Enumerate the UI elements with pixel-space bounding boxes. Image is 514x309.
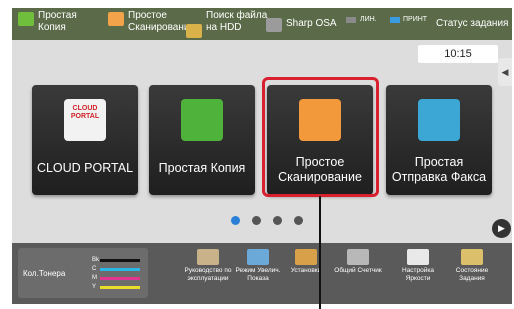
function-label: Установки bbox=[290, 267, 322, 274]
manual-button[interactable]: Руководство по эксплуатации bbox=[182, 249, 234, 283]
scan-icon bbox=[108, 12, 124, 26]
shortcut-label: Сканирование bbox=[128, 22, 196, 33]
screen: Простая Копия Простое Сканирование Поиск ф… bbox=[0, 0, 514, 309]
cloud-portal-icon-text: CLOUD PORTAL bbox=[70, 105, 100, 120]
toner-row-bk: Bk bbox=[92, 257, 140, 263]
toner-code: C bbox=[92, 266, 97, 272]
toner-bar bbox=[100, 267, 140, 271]
toner-code: Bk bbox=[92, 257, 100, 263]
side-panel-tab[interactable]: ◀ bbox=[498, 58, 512, 86]
page-dot[interactable] bbox=[294, 216, 303, 225]
toner-row-m: M bbox=[92, 275, 140, 281]
toner-label: Кол.Тонера bbox=[23, 269, 66, 278]
highlight-frame bbox=[262, 77, 379, 197]
shortcut-label: Копия bbox=[38, 22, 66, 33]
shortcut-label: на HDD bbox=[206, 22, 242, 33]
bottom-function-bar: Кол.Тонера Bk C M Y Руководство по экспл… bbox=[12, 243, 512, 304]
shortcut-sharp-osa[interactable]: Sharp OSA bbox=[266, 18, 337, 32]
copy-icon bbox=[18, 12, 34, 26]
toner-row-y: Y bbox=[92, 284, 140, 290]
print-status-label: ПРИНТ bbox=[403, 16, 428, 23]
page-indicator bbox=[231, 216, 303, 225]
shortcut-label: Простое bbox=[128, 10, 167, 21]
wrench-icon bbox=[295, 249, 317, 265]
counter-icon bbox=[347, 249, 369, 265]
shortcut-label: Простая bbox=[38, 10, 77, 21]
toner-bar bbox=[100, 285, 140, 289]
tile-label: CLOUD PORTAL bbox=[36, 161, 134, 175]
tile-simple-copy[interactable]: Простая Копия bbox=[149, 85, 255, 195]
line-status-indicator bbox=[346, 17, 356, 23]
toner-bar bbox=[100, 276, 140, 280]
shortcut-label: Sharp OSA bbox=[286, 18, 337, 29]
page-dot[interactable] bbox=[252, 216, 261, 225]
function-label: Настройка Яркости bbox=[402, 267, 434, 282]
tile-label: Простая Отправка Факса bbox=[386, 155, 492, 185]
tile-label-line: Простая bbox=[414, 155, 464, 169]
manual-icon bbox=[197, 249, 219, 265]
home-screen: Простая Копия Простое Сканирование Поиск ф… bbox=[12, 8, 512, 304]
shortcut-hdd-search[interactable]: Поиск файла на HDD bbox=[186, 10, 267, 38]
job-status-bottom-button[interactable]: Состояние Задания bbox=[446, 249, 498, 283]
toner-code: M bbox=[92, 275, 97, 281]
settings-button[interactable]: Установки bbox=[280, 249, 332, 275]
fax-icon bbox=[418, 99, 460, 141]
folder-icon bbox=[186, 24, 202, 38]
shortcut-simple-copy[interactable]: Простая Копия bbox=[18, 10, 77, 34]
cloud-portal-icon: CLOUD PORTAL bbox=[64, 99, 106, 141]
callout-line bbox=[319, 196, 321, 309]
function-label: Руководство по эксплуатации bbox=[184, 267, 232, 282]
print-status-indicator bbox=[390, 17, 400, 23]
osa-icon bbox=[266, 18, 282, 32]
function-label: Состояние Задания bbox=[455, 267, 489, 282]
zoom-text-icon bbox=[247, 249, 269, 265]
toner-bar bbox=[100, 258, 140, 262]
brightness-button[interactable]: Настройка Яркости bbox=[392, 249, 444, 283]
brightness-icon bbox=[407, 249, 429, 265]
function-label: Режим Увелич. Показа bbox=[235, 267, 281, 282]
copy-icon bbox=[181, 99, 223, 141]
zoom-display-button[interactable]: Режим Увелич. Показа bbox=[232, 249, 284, 283]
page-dot[interactable] bbox=[231, 216, 240, 225]
job-status-icon bbox=[461, 249, 483, 265]
line-status-label: ЛИН. bbox=[360, 16, 377, 23]
job-status-button[interactable]: Статус задания bbox=[436, 18, 508, 30]
toner-row-c: C bbox=[92, 266, 140, 272]
top-shortcut-bar: Простая Копия Простое Сканирование Поиск ф… bbox=[12, 8, 512, 40]
next-page-button[interactable]: ▶ bbox=[492, 219, 511, 238]
tile-label-line: Отправка Факса bbox=[391, 170, 487, 184]
tile-simple-fax[interactable]: Простая Отправка Факса bbox=[386, 85, 492, 195]
tile-label: Простая Копия bbox=[158, 161, 246, 175]
function-label: Общий Счетчик bbox=[334, 267, 382, 274]
page-dot[interactable] bbox=[273, 216, 282, 225]
total-count-button[interactable]: Общий Счетчик bbox=[332, 249, 384, 275]
toner-code: Y bbox=[92, 284, 97, 290]
toner-level-panel[interactable]: Кол.Тонера Bk C M Y bbox=[18, 248, 148, 298]
tile-cloud-portal[interactable]: CLOUD PORTAL CLOUD PORTAL bbox=[32, 85, 138, 195]
clock-display: 10:15 bbox=[418, 45, 498, 63]
shortcut-label: Поиск файла bbox=[206, 10, 268, 21]
shortcut-simple-scan[interactable]: Простое Сканирование bbox=[108, 10, 195, 34]
